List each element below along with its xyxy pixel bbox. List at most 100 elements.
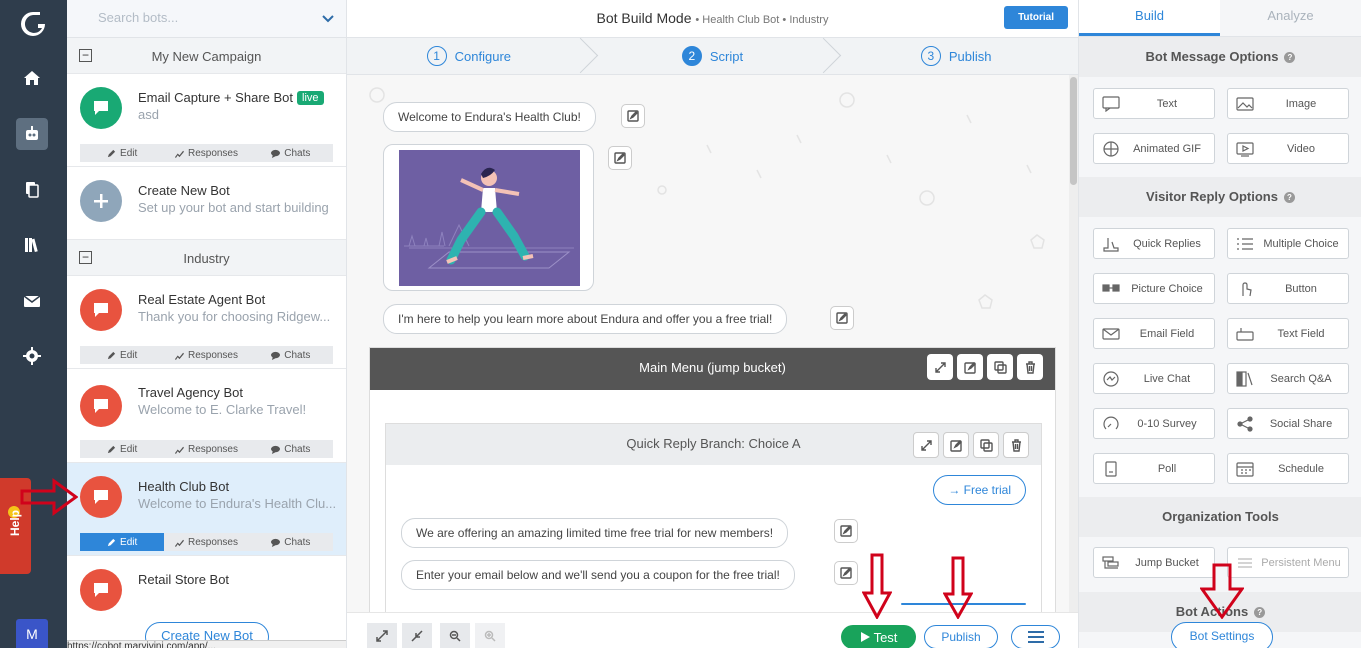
option-search-qa[interactable]: Search Q&A (1227, 363, 1349, 394)
responses-button[interactable]: Responses (164, 346, 248, 364)
publish-button[interactable]: Publish (924, 625, 998, 648)
campaign-group-header[interactable]: − My New Campaign (67, 38, 346, 74)
edit-pencil-icon[interactable] (608, 146, 632, 170)
edit-button[interactable]: Edit (80, 346, 164, 364)
bot-icon[interactable] (16, 118, 48, 150)
tutorial-button[interactable]: Tutorial (1004, 6, 1068, 29)
home-icon[interactable] (16, 62, 48, 94)
pages-icon[interactable] (16, 173, 48, 205)
script-canvas[interactable]: Welcome to Endura's Health Club! I'm her… (347, 75, 1078, 612)
help-question-icon[interactable]: ? (1283, 192, 1295, 203)
bot-item-travel-agency[interactable]: Travel Agency Bot Welcome to E. Clarke T… (67, 369, 346, 463)
zoom-in-icon[interactable] (475, 623, 505, 648)
collapse-icon[interactable] (402, 623, 432, 648)
image-message-card[interactable] (383, 144, 594, 291)
chats-button[interactable]: Chats (249, 533, 333, 551)
collapse-arrows-icon[interactable] (913, 432, 939, 458)
test-button[interactable]: Test (841, 625, 916, 648)
edit-pencil-icon[interactable] (621, 104, 645, 128)
chats-button[interactable]: Chats (249, 144, 333, 162)
bot-settings-button[interactable]: Bot Settings (1171, 622, 1273, 648)
option-jump-bucket[interactable]: Jump Bucket (1093, 547, 1215, 578)
annotation-arrow-down-icon (1199, 563, 1245, 620)
option-multiple-choice[interactable]: Multiple Choice (1227, 228, 1349, 259)
option-picture-choice[interactable]: Picture Choice (1093, 273, 1215, 304)
create-new-bot-item[interactable]: Create New Bot Set up your bot and start… (67, 167, 346, 240)
tab-analyze[interactable]: Analyze (1220, 0, 1361, 36)
create-title: Create New Bot (138, 183, 230, 198)
edit-button[interactable]: Edit (80, 144, 164, 162)
option-image[interactable]: Image (1227, 88, 1349, 119)
responses-button[interactable]: Responses (164, 440, 248, 458)
edit-pencil-icon[interactable] (957, 354, 983, 380)
option-live-chat[interactable]: Live Chat (1093, 363, 1215, 394)
canvas-scrollbar[interactable] (1069, 75, 1078, 612)
bot-item-real-estate[interactable]: Real Estate Agent Bot Thank you for choo… (67, 276, 346, 369)
duplicate-icon[interactable] (973, 432, 999, 458)
user-avatar[interactable]: M (16, 619, 48, 648)
bot-name: Real Estate Agent Bot (138, 292, 266, 307)
trash-icon[interactable] (1017, 354, 1043, 380)
trash-icon[interactable] (1003, 432, 1029, 458)
chevron-down-icon[interactable] (322, 12, 334, 24)
group-label: Industry (183, 251, 230, 266)
bot-item-email-capture[interactable]: Email Capture + Share Bot live asd Edit R… (67, 74, 346, 167)
chats-button[interactable]: Chats (249, 440, 333, 458)
step-publish[interactable]: 3 Publish (834, 38, 1078, 74)
option-text-field[interactable]: Text Field (1227, 318, 1349, 349)
zoom-out-icon[interactable] (440, 623, 470, 648)
bot-message-1[interactable]: Welcome to Endura's Health Club! (383, 102, 596, 132)
step-configure[interactable]: 1 Configure (347, 38, 591, 74)
search-input[interactable]: Search bots... (98, 10, 178, 25)
option-button[interactable]: Button (1227, 273, 1349, 304)
bot-desc: Welcome to Endura's Health Clu... (138, 496, 337, 511)
bot-name: Travel Agency Bot (138, 385, 244, 400)
help-question-icon[interactable]: ? (1254, 607, 1266, 618)
edit-pencil-icon[interactable] (943, 432, 969, 458)
fitness-illustration-image (399, 150, 580, 286)
group-label: My New Campaign (151, 49, 262, 64)
free-trial-reply[interactable]: → Free trial (933, 475, 1026, 505)
responses-button[interactable]: Responses (164, 144, 248, 162)
settings-gear-icon[interactable] (16, 340, 48, 372)
option-video[interactable]: Video (1227, 133, 1349, 164)
step-script[interactable]: 2 Script (591, 38, 835, 74)
edit-pencil-icon[interactable] (830, 306, 854, 330)
bot-message-2[interactable]: I'm here to help you learn more about En… (383, 304, 788, 334)
option-text[interactable]: Text (1093, 88, 1215, 119)
option-animated-gif[interactable]: Animated GIF (1093, 133, 1215, 164)
help-question-icon[interactable]: ? (1284, 52, 1296, 63)
option-quick-replies[interactable]: Quick Replies (1093, 228, 1215, 259)
edit-pencil-icon[interactable] (834, 519, 858, 543)
section-title: Visitor Reply Options (1146, 189, 1278, 204)
search-bots[interactable]: Search bots... (67, 0, 346, 38)
library-icon[interactable] (16, 229, 48, 261)
mail-icon[interactable] (16, 285, 48, 317)
option-email-field[interactable]: Email Field (1093, 318, 1215, 349)
edit-pencil-icon[interactable] (834, 561, 858, 585)
option-poll[interactable]: Poll (1093, 453, 1215, 484)
collapse-arrows-icon[interactable] (927, 354, 953, 380)
option-social-share[interactable]: Social Share (1227, 408, 1349, 439)
bot-message-4[interactable]: Enter your email below and we'll send yo… (401, 560, 795, 590)
bot-message-3[interactable]: We are offering an amazing limited time … (401, 518, 789, 548)
logo-icon[interactable] (18, 10, 48, 38)
scrollbar-thumb[interactable] (1070, 77, 1077, 185)
option-persistent-menu[interactable]: Persistent Menu (1227, 547, 1349, 578)
bot-item-health-club[interactable]: Health Club Bot Welcome to Endura's Heal… (67, 463, 346, 556)
option-schedule[interactable]: Schedule (1227, 453, 1349, 484)
chat-bubble-icon (80, 385, 122, 427)
industry-group-header[interactable]: − Industry (67, 240, 346, 276)
duplicate-icon[interactable] (987, 354, 1013, 380)
responses-button[interactable]: Responses (164, 533, 248, 551)
option-0-10-survey[interactable]: 0-10 Survey (1093, 408, 1215, 439)
expand-icon[interactable] (367, 623, 397, 648)
chats-button[interactable]: Chats (249, 346, 333, 364)
branch-tools (913, 432, 1029, 458)
edit-button[interactable]: Edit (80, 533, 165, 551)
menu-button[interactable] (1011, 625, 1060, 648)
tab-build[interactable]: Build (1079, 0, 1220, 36)
section-title: Bot Message Options (1145, 49, 1279, 64)
bot-actions: Edit Responses Chats (80, 440, 333, 458)
edit-button[interactable]: Edit (80, 440, 164, 458)
